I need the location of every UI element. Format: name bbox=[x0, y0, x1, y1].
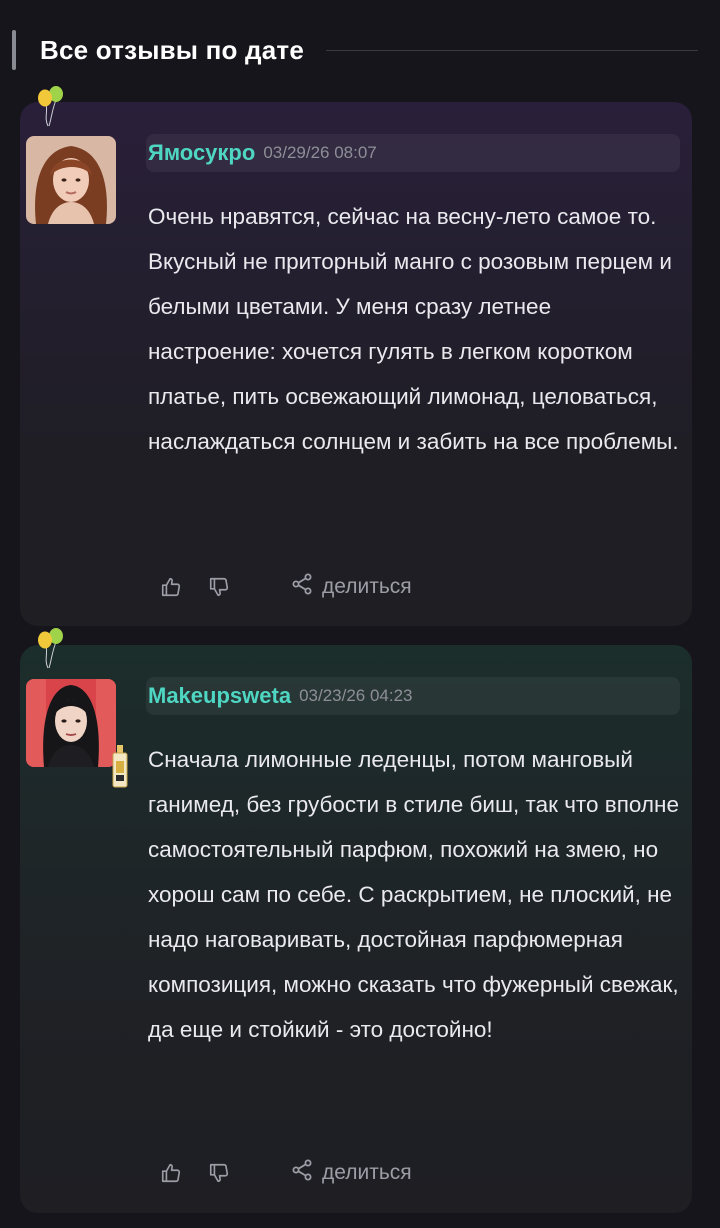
username[interactable]: Makeupsweta bbox=[148, 683, 291, 709]
review-card: Ямосукро 03/29/26 08:07 Очень нравятся, … bbox=[20, 102, 692, 626]
share-button[interactable]: делиться bbox=[290, 1158, 412, 1187]
review-meta: Makeupsweta 03/23/26 04:23 bbox=[146, 677, 680, 715]
thumbs-up-icon[interactable] bbox=[158, 574, 184, 600]
review-text: Сначала лимонные леденцы, потом манговый… bbox=[148, 747, 679, 1042]
balloons-icon bbox=[32, 628, 72, 672]
review-actions: делиться bbox=[158, 1158, 412, 1187]
section-title: Все отзывы по дате bbox=[40, 34, 304, 65]
share-label: делиться bbox=[322, 574, 412, 598]
share-label: делиться bbox=[322, 1160, 412, 1184]
section-divider bbox=[326, 49, 698, 51]
share-icon bbox=[290, 1158, 314, 1187]
username[interactable]: Ямосукро bbox=[148, 140, 255, 166]
review-date: 03/23/26 04:23 bbox=[299, 686, 413, 705]
thumbs-down-icon[interactable] bbox=[206, 1160, 232, 1186]
review-date: 03/29/26 08:07 bbox=[263, 143, 377, 162]
reviews-page: Все отзывы по дате Ямосукро 03/29/26 08:… bbox=[0, 0, 720, 1228]
avatar[interactable] bbox=[26, 136, 116, 224]
balloons-icon bbox=[32, 86, 72, 130]
review-text: Очень нравятся, сейчас на весну-лето сам… bbox=[148, 204, 679, 454]
review-card: Makeupsweta 03/23/26 04:23 Сначала лимон… bbox=[20, 645, 692, 1213]
share-icon bbox=[290, 572, 314, 601]
share-button[interactable]: делиться bbox=[290, 572, 412, 601]
perfume-bottle-icon bbox=[110, 745, 130, 791]
review-meta: Ямосукро 03/29/26 08:07 bbox=[146, 134, 680, 172]
section-header: Все отзывы по дате bbox=[12, 28, 712, 72]
avatar[interactable] bbox=[26, 679, 116, 767]
section-accent-bar bbox=[12, 30, 16, 70]
review-actions: делиться bbox=[158, 572, 412, 601]
thumbs-up-icon[interactable] bbox=[158, 1160, 184, 1186]
thumbs-down-icon[interactable] bbox=[206, 574, 232, 600]
